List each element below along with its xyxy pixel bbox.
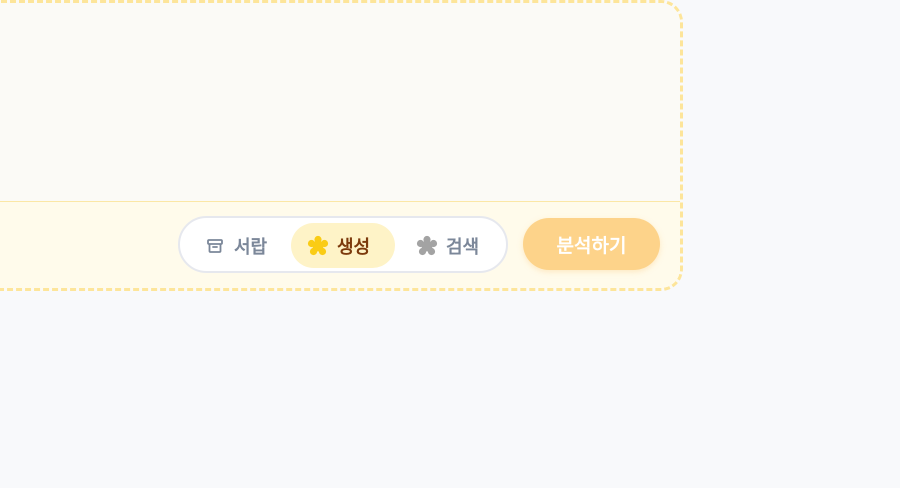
mode-drawer-label: 서랍	[234, 236, 268, 258]
mode-search-button[interactable]: 검색	[416, 223, 506, 268]
analyze-button-label: 분석하기	[556, 234, 627, 257]
sparkle-flower-icon	[307, 235, 329, 257]
prompt-text-area[interactable]	[0, 3, 680, 201]
mode-drawer-button[interactable]: 서랍	[200, 223, 300, 268]
mode-search-label: 검색	[446, 236, 480, 258]
mode-toggle-group: 서랍 생성 검색	[178, 216, 508, 273]
mode-generate-button[interactable]: 생성	[291, 223, 395, 268]
analyze-button[interactable]: 분석하기	[523, 218, 660, 270]
archive-box-icon	[204, 235, 226, 257]
mode-generate-label: 생성	[337, 236, 371, 258]
flower-icon	[416, 235, 438, 257]
